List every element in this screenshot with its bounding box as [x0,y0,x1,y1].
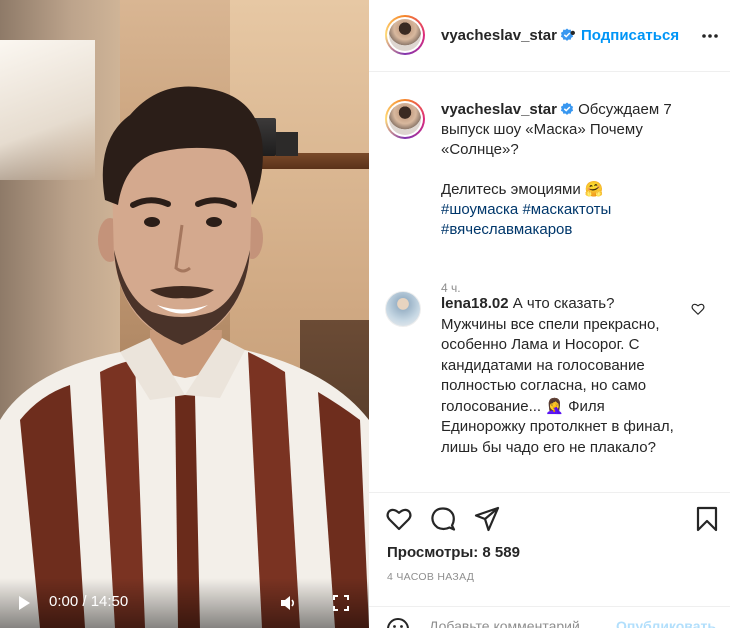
more-icon[interactable] [700,26,720,46]
volume-icon[interactable] [279,594,297,612]
hashtag-link[interactable]: #шоумаска [441,201,518,218]
post-timestamp[interactable]: 4 ЧАСОВ НАЗАД [387,571,474,583]
caption-username[interactable]: vyacheslav_star [441,101,557,118]
views-count: Просмотры: 8 589 [387,544,520,561]
publish-button[interactable]: Опубликовать [616,618,716,628]
bookmark-icon[interactable] [694,506,720,532]
heart-icon[interactable] [691,302,705,316]
author-username-text[interactable]: vyacheslav_star [441,27,557,44]
video-time: 0:00 / 14:50 [49,593,129,610]
comment-icon[interactable] [430,506,456,532]
video-player[interactable]: 0:00 / 14:50 [0,0,369,628]
comment-text: lena18.02 А что сказать? Мужчины все спе… [441,294,676,458]
post-sidebar: vyacheslav_star • Подписаться vyacheslav… [369,0,730,628]
video-controls: 0:00 / 14:50 [0,578,369,628]
comment-input[interactable] [429,616,599,628]
caption-time[interactable]: 4 ч. [441,281,461,295]
video-frame-person [0,86,369,628]
commenter-username[interactable]: lena18.02 [441,295,509,312]
post-actions: Просмотры: 8 589 4 ЧАСОВ НАЗАД Опубликов… [369,492,730,628]
author-username[interactable]: vyacheslav_star [441,27,574,44]
heart-icon[interactable] [386,506,412,532]
fullscreen-icon[interactable] [333,595,349,611]
caption-text: vyacheslav_star Обсуждаем 7 выпуск шоу «… [441,100,706,240]
caption-line-2: Делитесь эмоциями 🤗 [441,181,604,198]
hashtag-link[interactable]: #маскактоты [522,201,611,218]
comments-list[interactable]: vyacheslav_star Обсуждаем 7 выпуск шоу «… [369,73,730,492]
share-icon[interactable] [474,506,500,532]
follow-button[interactable]: Подписаться [581,27,679,44]
separator-dot: • [570,25,576,42]
emoji-icon[interactable] [386,617,410,628]
commenter-avatar[interactable] [385,291,421,327]
post-header: vyacheslav_star • Подписаться [369,0,730,72]
hashtag-link[interactable]: #вячеславмакаров [441,221,572,238]
comment-composer: Опубликовать [369,606,730,628]
caption-author-avatar[interactable] [385,99,425,139]
play-icon[interactable] [16,595,32,611]
verified-badge-icon [560,102,574,115]
author-avatar[interactable] [385,15,425,55]
comment-body: А что сказать? Мужчины все спели прекрас… [441,295,674,456]
